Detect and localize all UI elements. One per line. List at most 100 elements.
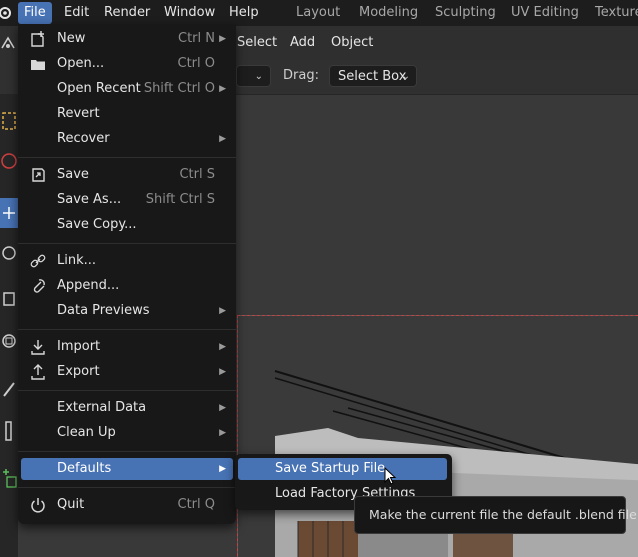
window-menu[interactable]: Window bbox=[158, 2, 221, 24]
move-icon bbox=[3, 207, 15, 219]
orientation-dropdown[interactable]: ⌄ bbox=[236, 65, 271, 87]
menu-item-save-startup-file[interactable]: Save Startup File bbox=[238, 458, 447, 480]
menu-item-save[interactable]: Save Ctrl S bbox=[21, 164, 233, 186]
pencil-icon bbox=[3, 382, 15, 397]
chevron-down-icon: ⌄ bbox=[401, 71, 410, 82]
menu-item-label: Quit bbox=[57, 497, 85, 512]
tab-layout[interactable]: Layout bbox=[296, 2, 340, 24]
drag-select-dropdown[interactable]: Select Box ⌄ bbox=[329, 65, 417, 87]
menu-item-label: Import bbox=[57, 339, 101, 354]
menu-item-label: Export bbox=[57, 364, 100, 379]
menu-item-new[interactable]: New Ctrl N ▶ bbox=[21, 28, 233, 50]
chevron-right-icon: ▶ bbox=[219, 34, 226, 44]
menu-item-data-previews[interactable]: Data Previews ▶ bbox=[21, 300, 233, 322]
menu-item-save-as[interactable]: Save As... Shift Ctrl S bbox=[21, 189, 233, 211]
menu-item-label: Save Copy... bbox=[57, 217, 137, 232]
menu-item-import[interactable]: Import ▶ bbox=[21, 336, 233, 358]
menu-item-label: External Data bbox=[57, 400, 147, 415]
menu-item-recover[interactable]: Recover ▶ bbox=[21, 128, 233, 150]
cursor-icon bbox=[1, 153, 17, 169]
tooltip-text: Make the current file the default .blend… bbox=[369, 507, 638, 522]
file-menu-dropdown: New Ctrl N ▶ Open... Ctrl O Open Recent … bbox=[18, 24, 236, 524]
menu-item-label: Link... bbox=[57, 253, 97, 268]
menu-item-quit[interactable]: Quit Ctrl Q bbox=[21, 494, 233, 516]
cursor-tool[interactable] bbox=[0, 146, 18, 176]
menu-item-defaults[interactable]: Defaults ▶ bbox=[21, 458, 233, 480]
menu-item-link[interactable]: Link... bbox=[21, 250, 233, 272]
chevron-down-icon: ⌄ bbox=[254, 71, 263, 82]
render-menu[interactable]: Render bbox=[98, 2, 156, 24]
menu-item-clean-up[interactable]: Clean Up ▶ bbox=[21, 422, 233, 444]
menu-item-label: Open... bbox=[57, 56, 105, 71]
chevron-right-icon: ▶ bbox=[219, 428, 226, 438]
transform-tool[interactable] bbox=[0, 326, 18, 356]
menu-item-label: Recover bbox=[57, 131, 110, 146]
tool-shelf bbox=[0, 94, 18, 557]
move-tool[interactable] bbox=[0, 198, 18, 228]
chevron-right-icon: ▶ bbox=[219, 464, 226, 474]
file-menu[interactable]: File bbox=[18, 2, 52, 24]
menu-item-open[interactable]: Open... Ctrl O bbox=[21, 53, 233, 75]
menu-item-shortcut: Shift Ctrl O bbox=[143, 81, 215, 96]
chevron-right-icon: ▶ bbox=[219, 403, 226, 413]
drag-label: Drag: bbox=[283, 68, 319, 83]
rotate-tool[interactable] bbox=[0, 238, 18, 268]
select-menu[interactable]: Select bbox=[237, 35, 277, 50]
export-icon bbox=[31, 364, 45, 380]
menu-item-external-data[interactable]: External Data ▶ bbox=[21, 397, 233, 419]
tab-texture[interactable]: Texture bbox=[595, 2, 638, 24]
blender-logo-icon[interactable] bbox=[0, 1, 16, 23]
chevron-right-icon: ▶ bbox=[219, 367, 226, 377]
menu-item-revert[interactable]: Revert bbox=[21, 103, 233, 125]
select-box-icon bbox=[2, 112, 16, 130]
menu-item-save-copy[interactable]: Save Copy... bbox=[21, 214, 233, 236]
editor-type-icon[interactable] bbox=[0, 34, 16, 52]
drag-select-value: Select Box bbox=[338, 69, 407, 84]
tab-sculpting[interactable]: Sculpting bbox=[435, 2, 496, 24]
menu-item-label: Clean Up bbox=[57, 425, 116, 440]
menu-item-label: Revert bbox=[57, 106, 100, 121]
tab-modeling[interactable]: Modeling bbox=[359, 2, 418, 24]
menu-item-shortcut: Shift Ctrl S bbox=[145, 192, 215, 207]
help-menu[interactable]: Help bbox=[223, 2, 265, 24]
menu-item-append[interactable]: Append... bbox=[21, 275, 233, 297]
rotate-icon bbox=[2, 246, 16, 260]
add-menu[interactable]: Add bbox=[290, 35, 315, 50]
chevron-right-icon: ▶ bbox=[219, 342, 226, 352]
menu-item-label: Data Previews bbox=[57, 303, 150, 318]
annotate-tool[interactable] bbox=[0, 374, 18, 404]
menu-item-label: Append... bbox=[57, 278, 120, 293]
scale-icon bbox=[3, 292, 15, 306]
menu-item-label: Open Recent bbox=[57, 81, 141, 96]
menu-separator bbox=[18, 243, 236, 244]
menu-item-label: Save bbox=[57, 167, 89, 182]
menu-item-shortcut: Ctrl Q bbox=[177, 497, 216, 512]
top-bar: File Edit Render Window Help Layout Mode… bbox=[0, 0, 638, 26]
menu-item-shortcut: Ctrl O bbox=[177, 56, 216, 71]
menu-item-shortcut: Ctrl S bbox=[179, 167, 215, 182]
menu-item-export[interactable]: Export ▶ bbox=[21, 361, 233, 383]
edit-menu[interactable]: Edit bbox=[58, 2, 95, 24]
menu-item-shortcut: Ctrl N bbox=[178, 31, 215, 46]
measure-tool[interactable] bbox=[0, 416, 18, 446]
menu-item-label: New bbox=[57, 31, 86, 46]
menu-separator bbox=[18, 451, 236, 452]
transform-icon bbox=[2, 334, 16, 348]
select-box-tool[interactable] bbox=[0, 106, 18, 136]
menu-separator bbox=[18, 329, 236, 330]
scale-tool[interactable] bbox=[0, 284, 18, 314]
object-menu[interactable]: Object bbox=[331, 35, 373, 50]
chevron-right-icon: ▶ bbox=[219, 84, 226, 94]
save-icon bbox=[32, 168, 45, 182]
menu-item-label: Defaults bbox=[57, 461, 112, 476]
new-file-icon bbox=[31, 31, 44, 47]
tab-uv-editing[interactable]: UV Editing bbox=[511, 2, 579, 24]
menu-item-label: Save As... bbox=[57, 192, 122, 207]
import-icon bbox=[31, 340, 45, 355]
menu-separator bbox=[18, 390, 236, 391]
chevron-right-icon: ▶ bbox=[219, 134, 226, 144]
menu-item-open-recent[interactable]: Open Recent Shift Ctrl O ▶ bbox=[21, 78, 233, 100]
add-cube-tool[interactable] bbox=[0, 464, 18, 494]
tooltip: Make the current file the default .blend… bbox=[354, 496, 638, 534]
link-icon bbox=[30, 254, 46, 268]
